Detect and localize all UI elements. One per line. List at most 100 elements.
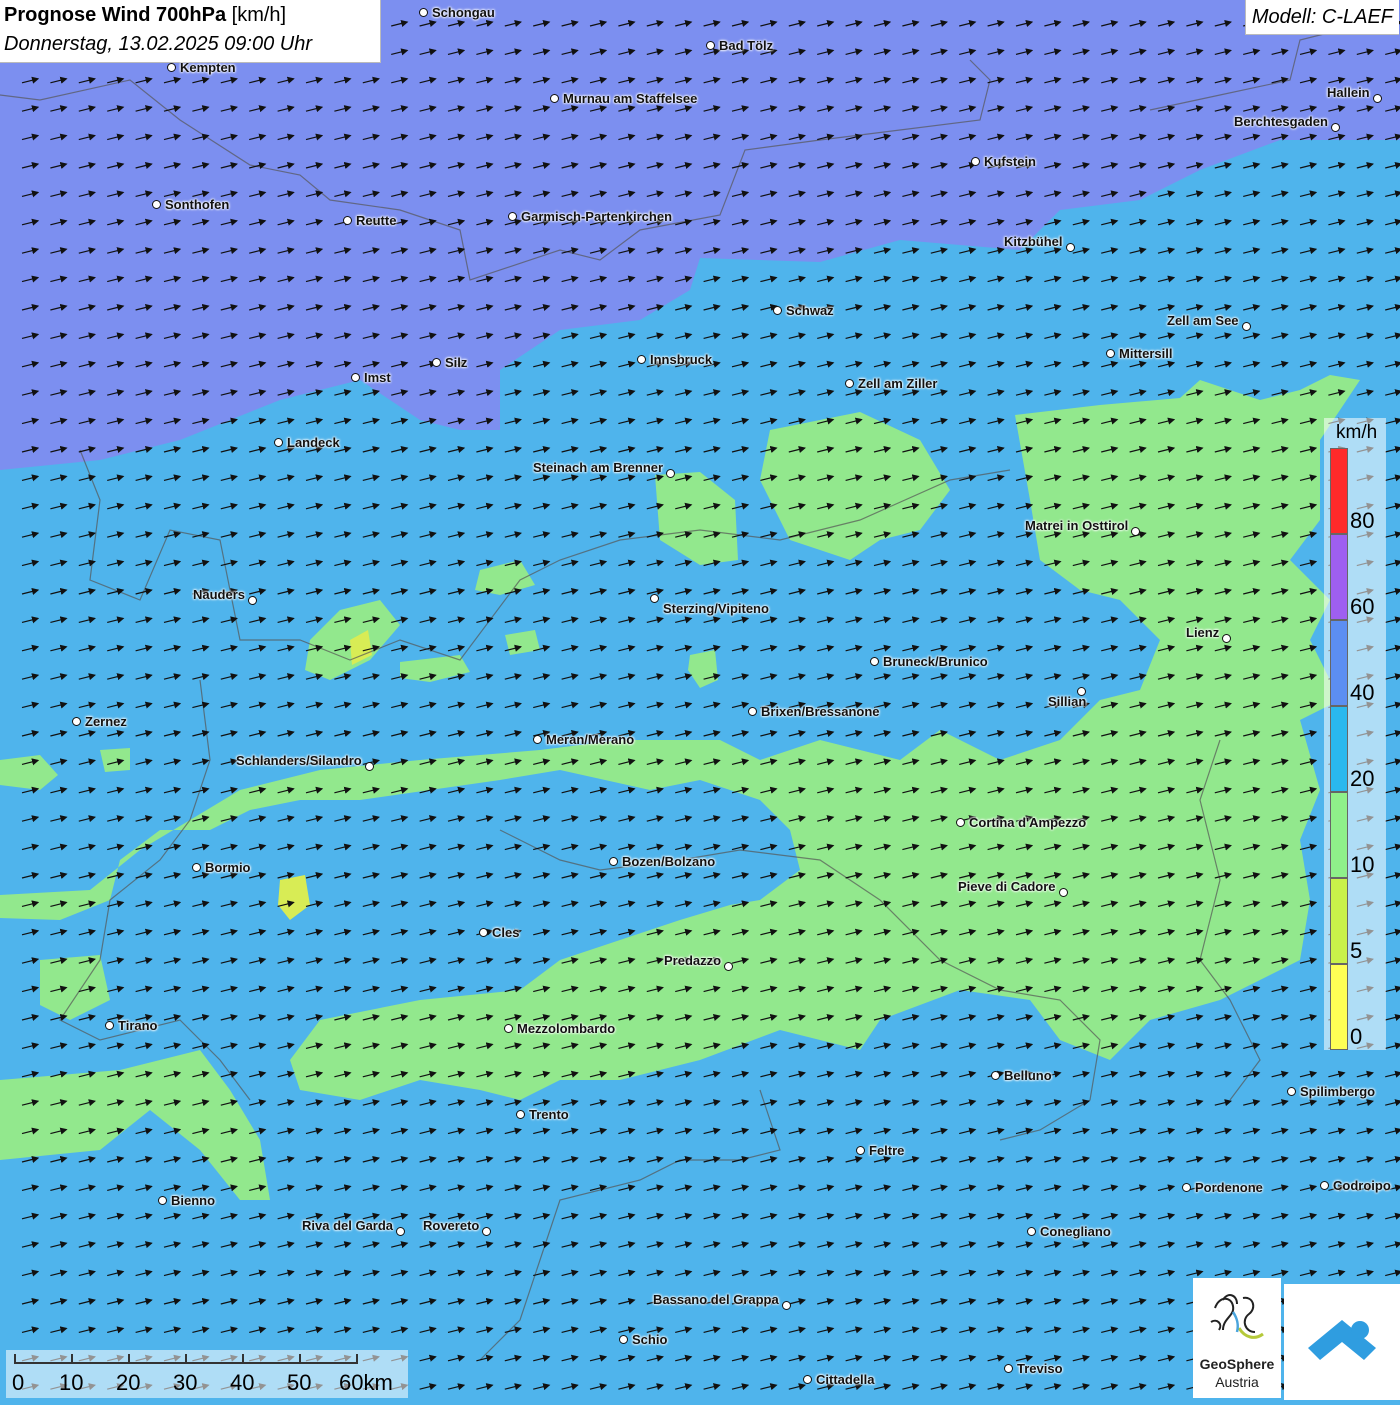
legend-swatch xyxy=(1330,964,1348,1050)
city-marker xyxy=(508,212,517,221)
legend-tick: 0 xyxy=(1350,1024,1363,1049)
city-label: Sillian xyxy=(1048,694,1087,709)
legend-swatch xyxy=(1330,878,1348,964)
city-marker xyxy=(609,857,618,866)
city-marker xyxy=(343,216,352,225)
scale-tick xyxy=(14,1354,16,1364)
city-marker xyxy=(432,358,441,367)
city-label: Brixen/Bressanone xyxy=(761,704,880,719)
city-marker xyxy=(773,306,782,315)
city-marker xyxy=(192,863,201,872)
city-label: Hallein xyxy=(1327,85,1370,100)
city-label: Feltre xyxy=(869,1143,905,1158)
scale-label: 60km xyxy=(339,1370,393,1395)
city-marker xyxy=(419,8,428,17)
city-marker xyxy=(167,63,176,72)
scale-label: 10 xyxy=(59,1370,84,1395)
city-marker xyxy=(803,1375,812,1384)
city-marker xyxy=(1242,322,1251,331)
city-label: Zell am Ziller xyxy=(858,376,938,391)
city-label: Sonthofen xyxy=(165,197,230,212)
city-label: Bruneck/Brunico xyxy=(883,654,988,669)
legend-unit: km/h xyxy=(1336,422,1378,443)
city-label: Schongau xyxy=(432,5,495,20)
city-marker xyxy=(956,818,965,827)
legend-swatch xyxy=(1330,706,1348,792)
city-marker xyxy=(516,1110,525,1119)
legend-tick: 40 xyxy=(1350,680,1375,705)
city-marker xyxy=(637,355,646,364)
geosphere-mark-icon xyxy=(1210,1294,1264,1339)
city-marker xyxy=(1004,1364,1013,1373)
scale-tick xyxy=(71,1354,73,1364)
city-label: Conegliano xyxy=(1040,1224,1111,1239)
city-marker xyxy=(152,200,161,209)
city-marker xyxy=(1182,1183,1191,1192)
city-marker xyxy=(482,1227,491,1236)
city-label: Rovereto xyxy=(423,1218,480,1233)
city-label: Berchtesgaden xyxy=(1234,114,1328,129)
city-label: Meran/Merano xyxy=(546,732,635,747)
legend-tick: 10 xyxy=(1350,852,1375,877)
scale-tick xyxy=(185,1354,187,1364)
city-label: Treviso xyxy=(1017,1361,1063,1376)
city-marker xyxy=(971,157,980,166)
city-marker xyxy=(105,1021,114,1030)
city-label: Innsbruck xyxy=(650,352,713,367)
city-marker xyxy=(619,1335,628,1344)
model-label: Modell: C-LAEF xyxy=(1244,0,1399,35)
city-label: Bormio xyxy=(205,860,251,875)
app-logo xyxy=(1284,1284,1400,1400)
city-label: Schlanders/Silandro xyxy=(236,753,362,768)
city-marker xyxy=(845,379,854,388)
city-marker xyxy=(870,657,879,666)
city-marker xyxy=(706,41,715,50)
city-label: Codroipo xyxy=(1333,1178,1391,1193)
city-label: Trento xyxy=(529,1107,569,1122)
city-label: Pordenone xyxy=(1195,1180,1263,1195)
city-label: Zernez xyxy=(85,714,127,729)
city-label: Bad Tölz xyxy=(719,38,774,53)
legend-tick: 5 xyxy=(1350,938,1363,963)
title-box: Prognose Wind 700hPa [km/h] Donnerstag, … xyxy=(0,0,381,63)
legend-swatch xyxy=(1330,792,1348,878)
city-marker xyxy=(1027,1227,1036,1236)
city-label: Mezzolombardo xyxy=(517,1021,616,1036)
legend-swatch xyxy=(1330,448,1348,534)
city-label: Lienz xyxy=(1186,625,1220,640)
scale-label: 0 xyxy=(12,1370,25,1395)
city-marker xyxy=(650,594,659,603)
city-label: Belluno xyxy=(1004,1068,1052,1083)
city-marker xyxy=(856,1146,865,1155)
scale-label: 40 xyxy=(230,1370,255,1395)
city-marker xyxy=(1373,94,1382,103)
city-marker xyxy=(72,717,81,726)
city-label: Nauders xyxy=(193,587,246,602)
city-label: Kempten xyxy=(180,60,236,75)
city-marker xyxy=(533,735,542,744)
city-marker xyxy=(504,1024,513,1033)
city-label: Landeck xyxy=(287,435,340,450)
city-label: Bienno xyxy=(171,1193,216,1208)
city-label: Zell am See xyxy=(1167,313,1239,328)
city-label: Spilimbergo xyxy=(1300,1084,1376,1099)
logo-name: GeoSphere xyxy=(1199,1356,1275,1372)
city-label: Schwaz xyxy=(786,303,834,318)
city-label: Tirano xyxy=(118,1018,158,1033)
legend-tick: 80 xyxy=(1350,508,1375,533)
scale-tick xyxy=(299,1354,301,1364)
forecast-date: Donnerstag, 13.02.2025 09:00 Uhr xyxy=(4,33,312,55)
city-marker xyxy=(365,762,374,771)
legend-tick: 60 xyxy=(1350,594,1375,619)
city-label: Steinach am Brenner xyxy=(533,460,664,475)
city-marker xyxy=(1287,1087,1296,1096)
city-marker xyxy=(351,373,360,382)
city-label: Riva del Garda xyxy=(302,1218,394,1233)
city-label: Silz xyxy=(445,355,468,370)
city-label: Matrei in Osttirol xyxy=(1025,518,1129,533)
city-label: Imst xyxy=(364,370,391,385)
city-label: Bozen/Bolzano xyxy=(622,854,716,869)
color-legend: km/h 80 60 40 20 10 5 0 xyxy=(1324,418,1386,1050)
city-marker xyxy=(1222,634,1231,643)
city-marker xyxy=(782,1301,791,1310)
